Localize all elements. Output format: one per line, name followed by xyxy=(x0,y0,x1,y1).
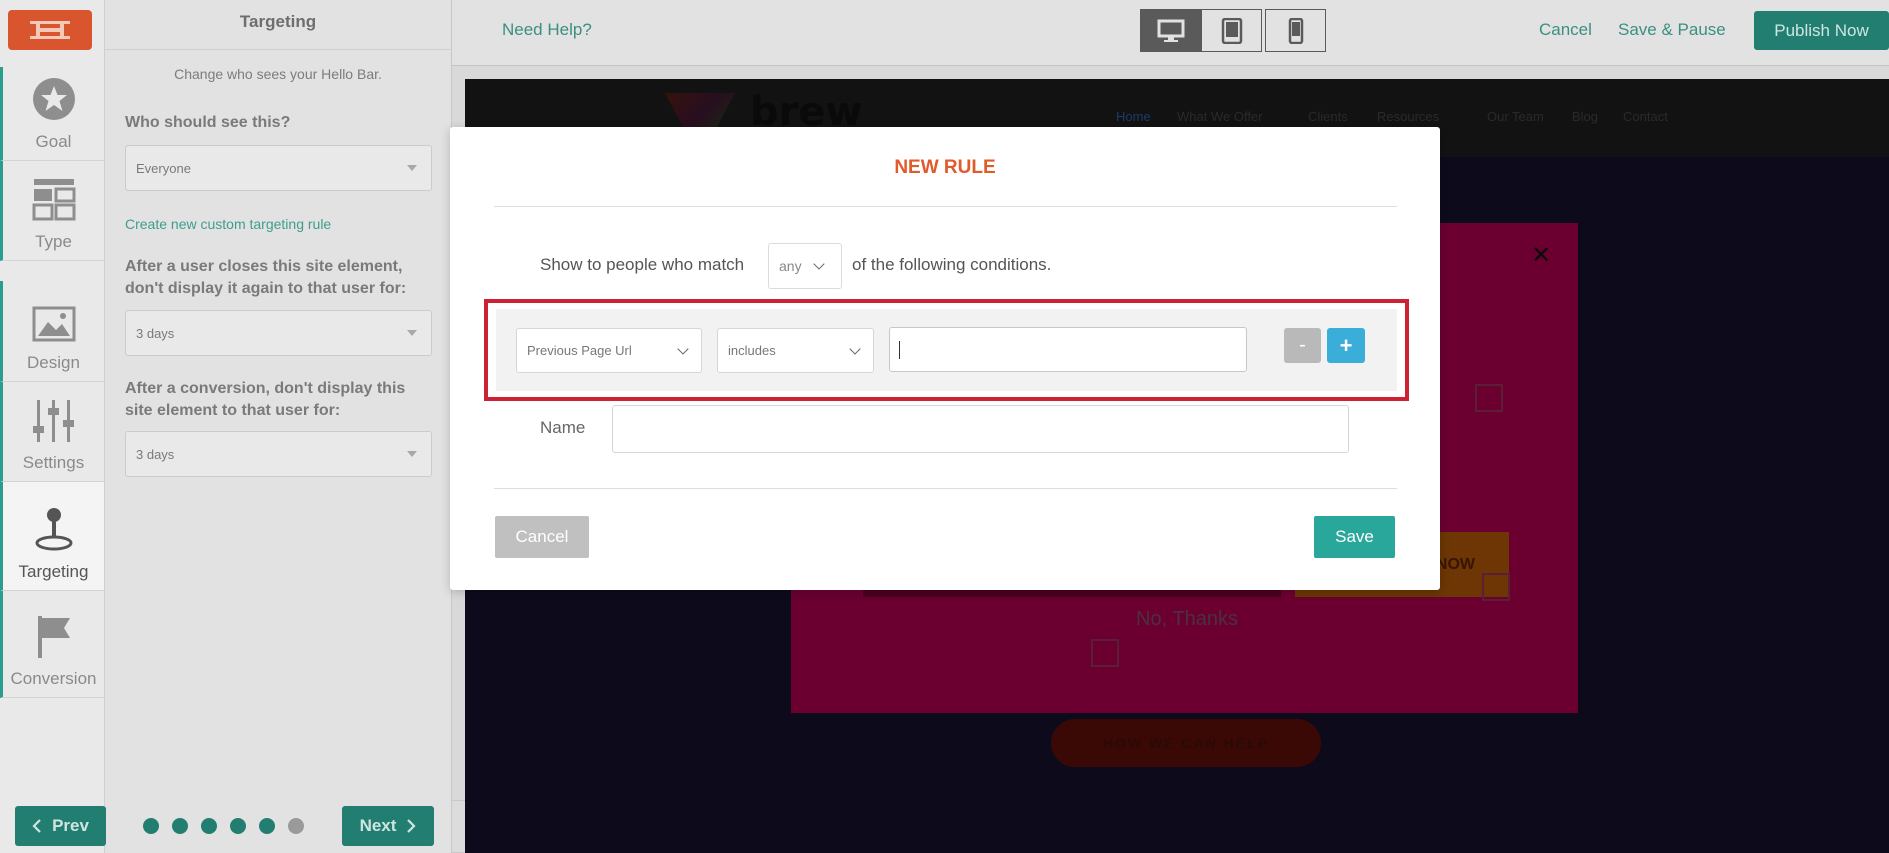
flag-icon xyxy=(34,614,74,663)
audience-select[interactable]: Everyone xyxy=(125,145,432,191)
rail-label-type: Type xyxy=(35,232,72,251)
save-pause-link[interactable]: Save & Pause xyxy=(1618,20,1726,40)
preview-nav-home: Home xyxy=(1116,109,1151,124)
rail-item-goal[interactable]: Goal xyxy=(0,67,104,161)
add-condition-button[interactable]: + xyxy=(1327,328,1365,363)
remove-condition-button[interactable]: - xyxy=(1284,328,1321,363)
panel-title: Targeting xyxy=(105,0,451,50)
preview-nav-blog: Blog xyxy=(1572,109,1599,124)
rail-label-goal: Goal xyxy=(35,132,72,151)
rail-label-conversion: Conversion xyxy=(10,669,97,688)
desktop-view-button[interactable] xyxy=(1140,9,1201,52)
preview-nav-offer: What We Offer xyxy=(1177,109,1263,124)
chevron-down-icon xyxy=(813,258,825,270)
match-mode-select[interactable]: any xyxy=(768,243,842,289)
chevron-down-icon xyxy=(849,343,861,355)
rail-item-type[interactable]: Type xyxy=(0,161,104,261)
rule-name-label: Name xyxy=(540,418,586,437)
modal-save-button[interactable]: Save xyxy=(1314,516,1395,558)
check-icon xyxy=(1475,384,1503,412)
logo-mark-icon xyxy=(30,21,70,39)
chevron-left-icon xyxy=(32,819,41,833)
divider xyxy=(494,206,1397,207)
rail-item-targeting[interactable]: Targeting xyxy=(0,482,104,591)
step-dot-3[interactable] xyxy=(201,818,217,834)
next-button-label: Next xyxy=(359,816,397,835)
caret-down-icon xyxy=(407,165,417,171)
rail-item-settings[interactable]: Settings xyxy=(0,382,104,482)
publish-now-button[interactable]: Publish Now xyxy=(1754,11,1889,50)
prev-button-label: Prev xyxy=(52,816,89,835)
after-close-duration-value: 3 days xyxy=(136,325,175,341)
who-should-see-label: Who should see this? xyxy=(125,114,291,131)
rail-label-settings: Settings xyxy=(22,453,85,472)
text-cursor xyxy=(899,340,900,359)
preview-help-button: HOW WE CAN HELP xyxy=(1051,719,1321,767)
condition-field-value: Previous Page Url xyxy=(527,343,632,358)
prev-button[interactable]: Prev xyxy=(15,806,106,846)
preview-nav-resources: Resources xyxy=(1377,109,1440,124)
joystick-icon xyxy=(34,507,74,556)
check-icon xyxy=(1091,639,1119,667)
tablet-icon xyxy=(1221,17,1242,44)
match-prefix-text: Show to people who match xyxy=(540,255,745,274)
match-mode-value: any xyxy=(779,258,802,274)
next-button[interactable]: Next xyxy=(342,806,434,846)
mobile-icon xyxy=(1288,17,1303,44)
condition-operator-value: includes xyxy=(728,343,776,358)
hellobar-logo[interactable] xyxy=(8,10,92,50)
mobile-view-button[interactable] xyxy=(1265,9,1326,52)
condition-value-input[interactable] xyxy=(889,327,1247,372)
need-help-link[interactable]: Need Help? xyxy=(502,20,592,40)
create-custom-rule-link[interactable]: Create new custom targeting rule xyxy=(125,216,331,232)
after-conversion-duration-value: 3 days xyxy=(136,446,175,462)
condition-field-select[interactable]: Previous Page Url xyxy=(516,328,702,373)
rail-label-targeting: Targeting xyxy=(18,562,89,581)
popup-close-icon: ✕ xyxy=(1531,242,1552,269)
desktop-icon xyxy=(1157,19,1184,42)
layout-grid-icon xyxy=(32,177,76,226)
popup-no-thanks: No, Thanks xyxy=(1136,608,1238,630)
after-close-label: After a user closes this site element, d… xyxy=(125,258,407,297)
step-dot-5[interactable] xyxy=(259,818,275,834)
chevron-right-icon xyxy=(407,819,416,833)
after-close-duration-select[interactable]: 3 days xyxy=(125,310,432,356)
rail-item-design[interactable]: Design xyxy=(0,281,104,382)
cancel-link[interactable]: Cancel xyxy=(1539,20,1592,40)
condition-operator-select[interactable]: includes xyxy=(717,328,874,373)
check-icon xyxy=(1482,573,1510,601)
audience-select-value: Everyone xyxy=(136,160,191,176)
modal-cancel-button[interactable]: Cancel xyxy=(495,516,589,558)
preview-nav-team: Our Team xyxy=(1487,109,1544,124)
new-rule-modal: NEW RULE Show to people who match any of… xyxy=(450,127,1440,590)
divider xyxy=(494,488,1397,489)
modal-title: NEW RULE xyxy=(894,157,996,178)
caret-down-icon xyxy=(407,330,417,336)
rule-name-input[interactable] xyxy=(612,405,1349,453)
left-icon-rail: Goal Type Design Settings Targeting Conv… xyxy=(0,0,105,853)
caret-down-icon xyxy=(407,451,417,457)
star-icon xyxy=(32,77,76,126)
panel-subtitle: Change who sees your Hello Bar. xyxy=(174,66,382,82)
sliders-icon xyxy=(32,400,76,447)
step-dot-6[interactable] xyxy=(288,818,304,834)
tablet-view-button[interactable] xyxy=(1201,9,1262,52)
editor-topbar: Need Help? Cancel Save & Pause xyxy=(452,0,1889,66)
image-icon xyxy=(32,306,76,347)
rail-item-conversion[interactable]: Conversion xyxy=(0,591,104,698)
after-conversion-duration-select[interactable]: 3 days xyxy=(125,431,432,477)
preview-nav-contact: Contact xyxy=(1623,109,1668,124)
targeting-settings-panel: Targeting Change who sees your Hello Bar… xyxy=(105,0,452,853)
step-dot-1[interactable] xyxy=(143,818,159,834)
rail-label-design: Design xyxy=(27,353,80,372)
after-conversion-label: After a conversion, don't display this s… xyxy=(125,380,406,419)
step-dot-4[interactable] xyxy=(230,818,246,834)
match-suffix-text: of the following conditions. xyxy=(852,255,1052,274)
step-dot-2[interactable] xyxy=(172,818,188,834)
chevron-down-icon xyxy=(677,343,689,355)
preview-nav-clients: Clients xyxy=(1308,109,1348,124)
